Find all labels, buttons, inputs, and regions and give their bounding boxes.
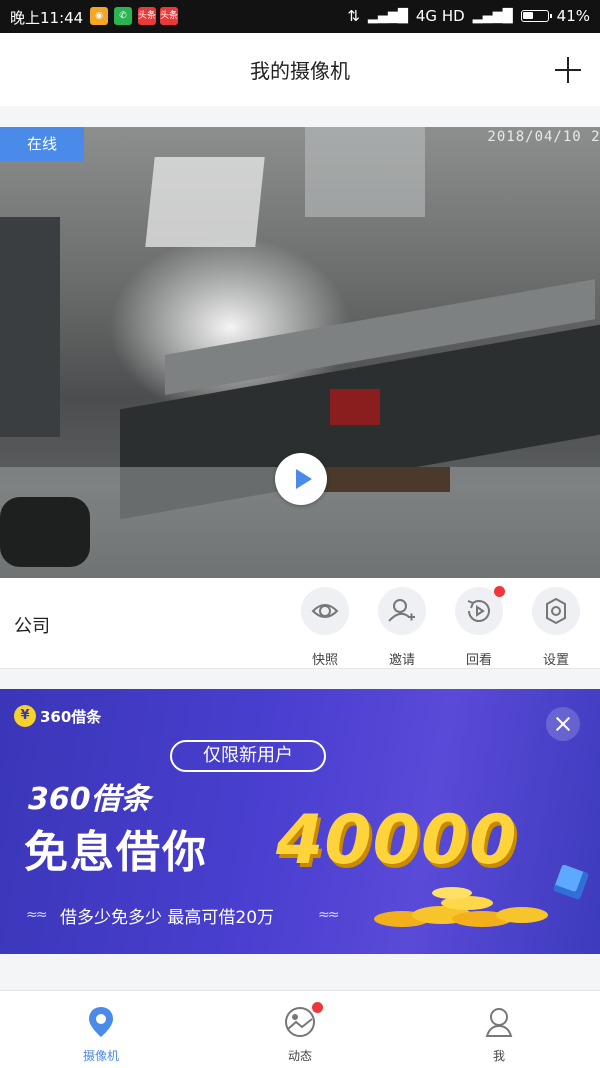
- news-app-icon-2: 头条: [160, 7, 178, 25]
- replay-icon: [455, 586, 505, 635]
- tab-me-label: 我: [492, 1049, 505, 1063]
- battery-level: 41%: [556, 7, 590, 25]
- page-title: 我的摄像机: [250, 59, 350, 83]
- camera-preview[interactable]: 在线 2018/04/10 23: [0, 127, 600, 578]
- battery-icon: [520, 10, 552, 22]
- add-user-icon: [378, 587, 426, 635]
- snapshot-button[interactable]: 快照: [300, 587, 350, 668]
- camera-pin-icon: [84, 1005, 118, 1039]
- settings-button[interactable]: 设置: [531, 587, 581, 668]
- ad-new-user-pill: 仅限新用户: [170, 740, 326, 772]
- online-status-badge: 在线: [0, 127, 84, 161]
- snapshot-label: 快照: [311, 653, 338, 668]
- tab-moments-label: 动态: [287, 1049, 312, 1063]
- moments-notification-dot: [312, 1002, 323, 1013]
- video-timestamp: 2018/04/10 23: [487, 129, 600, 145]
- data-transfer-icon: ⇅: [347, 7, 360, 25]
- tab-moments[interactable]: 动态: [260, 1002, 340, 1064]
- invite-button[interactable]: 邀请: [377, 587, 427, 668]
- network-type: 4G HD: [415, 7, 465, 25]
- ad-logo: ¥ 360借条: [14, 705, 101, 727]
- status-time: 晚上11:44: [10, 9, 84, 27]
- add-camera-button[interactable]: [555, 57, 581, 83]
- scene-curtain: [145, 157, 265, 247]
- chat-app-icon: ◉: [90, 7, 108, 25]
- ad-headline: 免息借你: [24, 827, 208, 878]
- ad-amount: 40000: [276, 801, 518, 880]
- image-icon: [283, 1002, 323, 1039]
- wave-icon-right: ≈≈: [318, 907, 340, 923]
- ad-close-button[interactable]: [546, 707, 580, 741]
- ad-brand: 360借条: [28, 782, 151, 817]
- scene-dark-pile: [0, 497, 90, 567]
- signal-icon: ▂▄▆█: [367, 8, 408, 24]
- bottom-tab-bar: 摄像机 动态 我: [0, 990, 600, 1068]
- gear-icon: [532, 587, 580, 635]
- device-row: 公司 快照 邀请 回看 设置: [0, 578, 600, 669]
- yuan-coin-icon: ¥: [14, 705, 36, 727]
- tab-camera[interactable]: 摄像机: [61, 1005, 141, 1064]
- settings-label: 设置: [542, 653, 569, 668]
- ad-logo-text: 360借条: [40, 707, 102, 726]
- user-icon: [482, 1005, 516, 1039]
- playback-notification-dot: [494, 586, 505, 597]
- wave-icon-left: ≈≈: [26, 907, 48, 923]
- tab-camera-label: 摄像机: [82, 1049, 119, 1063]
- phone-app-icon: ✆: [114, 7, 132, 25]
- eye-icon: [301, 587, 349, 635]
- scene-bench: [320, 467, 450, 492]
- device-name: 公司: [14, 616, 50, 637]
- playback-label: 回看: [465, 653, 492, 668]
- play-button[interactable]: [275, 453, 327, 505]
- playback-button[interactable]: 回看: [454, 586, 505, 668]
- scene-red-cloth: [330, 389, 380, 425]
- ad-banner[interactable]: ¥ 360借条 仅限新用户 360借条 免息借你 40000 ≈≈ 借多少免多少…: [0, 689, 600, 954]
- signal-icon-2: ▂▄▆█: [472, 8, 513, 24]
- cube-icon: [553, 864, 589, 900]
- ad-subtitle: 借多少免多少 最高可借20万: [60, 908, 275, 928]
- scene-left-shelf: [0, 217, 60, 437]
- invite-label: 邀请: [388, 653, 415, 668]
- scene-window: [305, 127, 425, 217]
- tab-me[interactable]: 我: [459, 1005, 539, 1064]
- news-app-icon: 头条: [138, 7, 156, 25]
- status-bar: 晚上11:44 ◉ ✆ 头条 头条 ⇅ ▂▄▆█ 4G HD ▂▄▆█ 41%: [0, 0, 600, 33]
- app-header: 我的摄像机: [0, 33, 600, 106]
- gold-coins-icon: [374, 887, 548, 927]
